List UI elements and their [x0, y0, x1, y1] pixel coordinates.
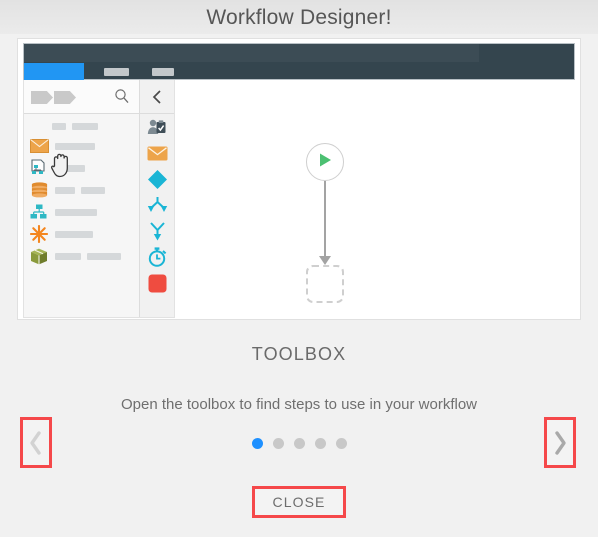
list-item[interactable]: [24, 223, 139, 245]
play-start-icon: [316, 151, 334, 174]
toolbar-top-band: [24, 44, 479, 62]
envelope-icon[interactable]: [140, 140, 174, 166]
database-stack-icon: [29, 181, 49, 199]
dialog-body: TOOLBOX Open the toolbox to find steps t…: [0, 34, 598, 537]
split-branch-icon[interactable]: [140, 192, 174, 218]
caption-text: Open the toolbox to find steps to use in…: [120, 396, 478, 413]
asterisk-burst-icon: [29, 225, 49, 243]
collapse-panel-button[interactable]: [140, 80, 174, 114]
list-item[interactable]: [24, 201, 139, 223]
toolbox-left-panel: [24, 80, 140, 317]
active-tab[interactable]: [24, 63, 84, 80]
toolbox-list-header: [24, 118, 139, 135]
page-title: Workflow Designer!: [206, 5, 392, 29]
envelope-icon: [29, 137, 49, 155]
tab-placeholder-1[interactable]: [104, 68, 129, 76]
item-label-bar: [87, 252, 121, 260]
tour-illustration: [18, 39, 580, 319]
dialog-header: Workflow Designer!: [0, 0, 598, 34]
item-label-bar: [55, 252, 81, 260]
next-button[interactable]: [544, 417, 576, 468]
caption-title: TOOLBOX: [251, 344, 347, 364]
toolbox-panel: [23, 80, 175, 318]
page-dot-3[interactable]: [293, 438, 305, 449]
connector-arrow: [324, 181, 326, 260]
user-task-icon[interactable]: [140, 114, 174, 140]
item-label-bar: [55, 164, 85, 172]
page-dot-4[interactable]: [314, 438, 326, 449]
start-node[interactable]: [306, 143, 344, 181]
pagination-dots: [0, 438, 598, 449]
search-icon[interactable]: [114, 88, 130, 104]
workflow-designer-tour-dialog: Workflow Designer! TOOLBOX Open the tool…: [0, 0, 598, 537]
tab-placeholder-2[interactable]: [152, 68, 174, 76]
item-label-bar: [81, 186, 105, 194]
terminate-square-icon[interactable]: [140, 270, 174, 296]
page-dot-1[interactable]: [251, 438, 263, 449]
breadcrumb-chevrons-icon: [31, 91, 76, 104]
list-item[interactable]: [24, 157, 139, 179]
list-item[interactable]: [24, 245, 139, 267]
list-item[interactable]: [24, 135, 139, 157]
document-flowchart-icon: [29, 159, 49, 177]
item-label-bar: [55, 142, 95, 150]
list-item[interactable]: [24, 179, 139, 201]
previous-button[interactable]: [20, 417, 52, 468]
step-icon-strip: [140, 80, 174, 317]
item-label-bar: [55, 186, 75, 194]
decision-diamond-icon[interactable]: [140, 166, 174, 192]
header-bar-2: [72, 123, 98, 130]
item-label-bar: [55, 230, 93, 238]
toolbox-item-list: [24, 114, 139, 267]
merge-branch-icon[interactable]: [140, 218, 174, 244]
org-chart-icon: [29, 203, 49, 221]
page-dot-5[interactable]: [335, 438, 347, 449]
header-bar-1: [52, 123, 66, 130]
app-toolbar: [23, 43, 575, 80]
workflow-canvas[interactable]: [175, 80, 575, 318]
timer-stopwatch-icon[interactable]: [140, 244, 174, 270]
item-label-bar: [55, 208, 97, 216]
cube-box-icon: [29, 247, 49, 265]
toolbox-search-bar: [24, 80, 139, 114]
dashed-drop-target[interactable]: [306, 265, 344, 303]
close-button[interactable]: CLOSE: [252, 486, 346, 518]
page-dot-2[interactable]: [272, 438, 284, 449]
connector-arrow-head: [319, 256, 331, 265]
close-button-label: CLOSE: [272, 494, 326, 510]
